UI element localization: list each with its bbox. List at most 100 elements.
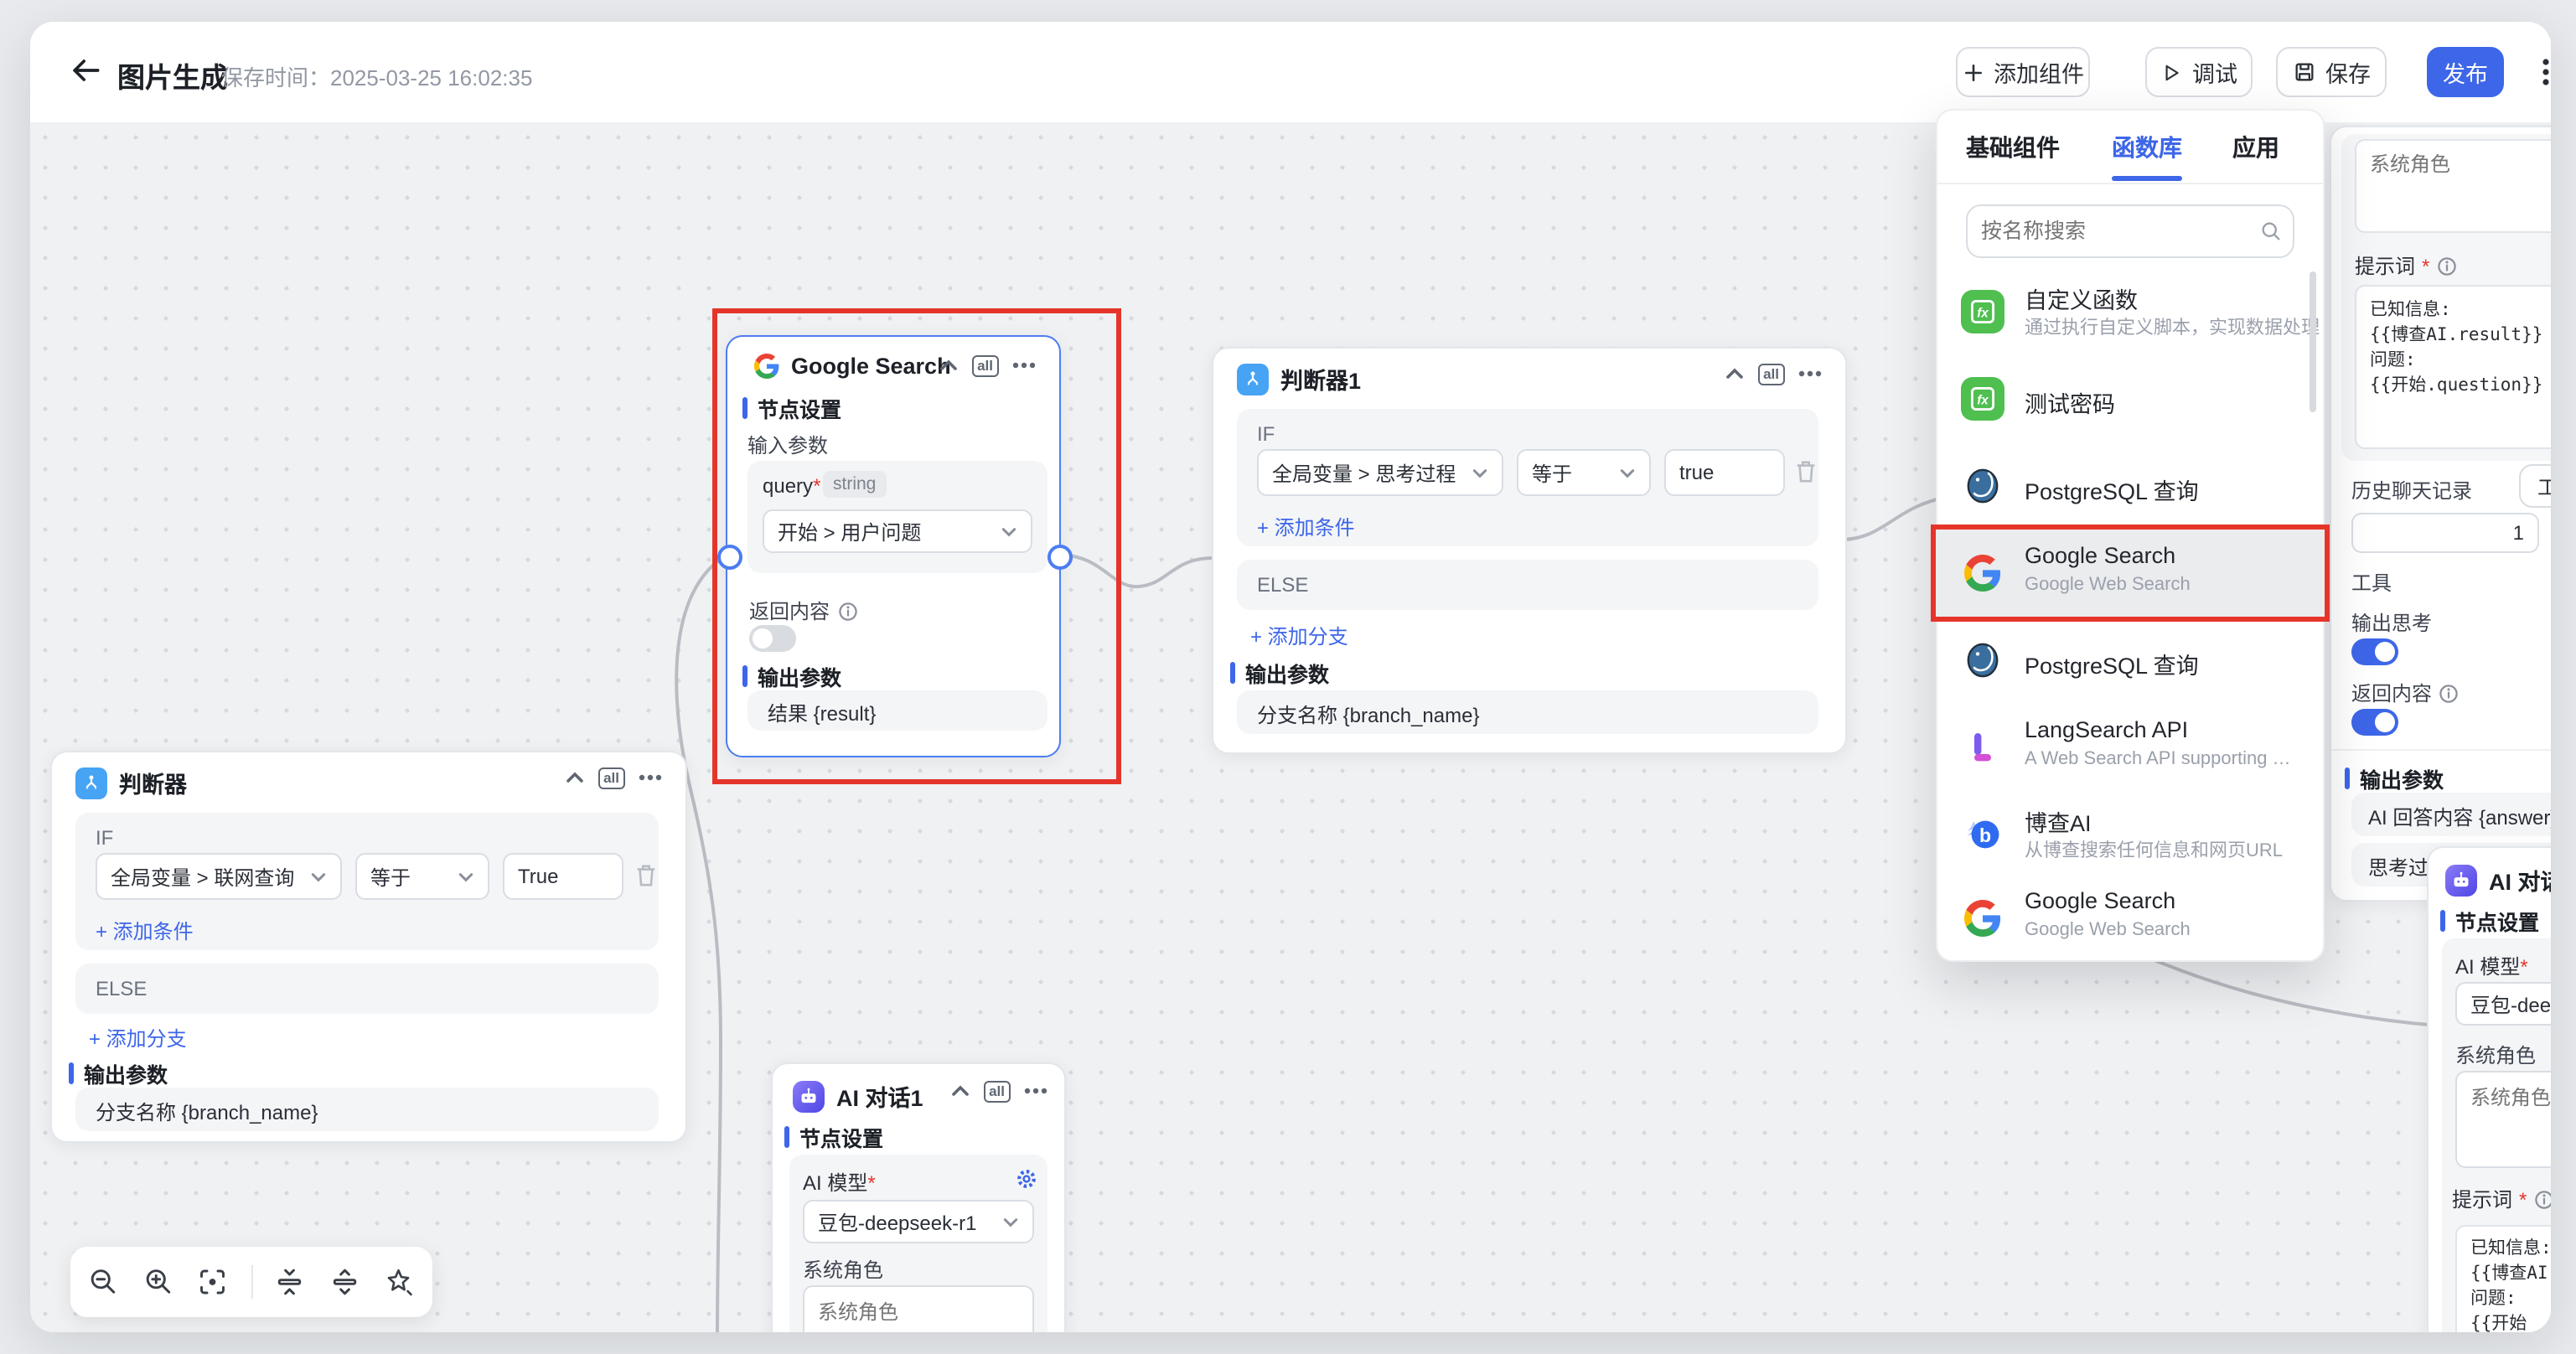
else-branch-group xyxy=(1237,560,1818,610)
condition-left-select[interactable]: 全局变量 > 思考过程 xyxy=(1257,449,1503,496)
port-google-right[interactable] xyxy=(1047,545,1073,570)
system-role-label: 系统角色 xyxy=(803,1255,883,1284)
trash-icon[interactable] xyxy=(635,863,657,888)
prompt-label: 提示词* xyxy=(2355,251,2456,280)
zoom-out-button[interactable] xyxy=(87,1264,120,1300)
system-role-textarea[interactable] xyxy=(803,1285,1034,1332)
answer-value: AI 回答内容 {answer} xyxy=(2368,803,2551,831)
back-button[interactable] xyxy=(67,52,104,89)
add-condition-link[interactable]: + 添加条件 xyxy=(96,917,194,945)
list-item-postgresql[interactable]: PostgreSQL 查询 xyxy=(1937,442,2323,530)
add-condition-link[interactable]: + 添加条件 xyxy=(1257,513,1355,541)
page-title: 图片生成 xyxy=(117,55,228,96)
chevron-down-icon xyxy=(458,871,474,882)
search-input[interactable] xyxy=(1966,204,2294,258)
expand-vertical-button[interactable] xyxy=(328,1264,361,1300)
fx-icon: fx xyxy=(1961,377,2004,421)
ellipsis-icon[interactable] xyxy=(1012,363,1036,370)
magic-star-button[interactable] xyxy=(383,1264,416,1300)
tab-basic-components[interactable]: 基础组件 xyxy=(1966,131,2060,164)
query-value-select[interactable]: 开始 > 用户问题 xyxy=(763,509,1032,553)
tab-function-library[interactable]: 函数库 xyxy=(2112,131,2182,164)
port-google-left[interactable] xyxy=(717,545,742,570)
history-label: 历史聊天记录 xyxy=(2351,476,2472,504)
collapse-icon[interactable] xyxy=(564,770,584,787)
system-role-textarea[interactable] xyxy=(2455,1071,2551,1168)
ai-chat-icon xyxy=(793,1080,825,1112)
tool-button[interactable]: 工 xyxy=(2519,464,2551,508)
node-google-search-header: Google Search xyxy=(754,354,951,379)
more-menu-button[interactable] xyxy=(2532,57,2551,87)
node-judge-header: 判断器 xyxy=(75,766,187,799)
canvas-toolbar xyxy=(70,1247,432,1317)
add-branch-link[interactable]: + 添加分支 xyxy=(89,1024,187,1052)
add-branch-link[interactable]: + 添加分支 xyxy=(1250,622,1348,650)
section-output-params: 输出参数 xyxy=(2345,762,2444,794)
list-item-test-password[interactable]: fx 测试密码 xyxy=(1937,355,2323,442)
chevron-down-icon xyxy=(310,871,327,882)
kebab-icon xyxy=(2532,57,2551,87)
judge-icon xyxy=(1237,363,1269,395)
ai-model-select[interactable]: 豆包-deep xyxy=(2455,982,2551,1026)
node-judge1-header: 判断器1 xyxy=(1237,362,1361,395)
node-google-search[interactable]: Google Search all 节点设置 输入参数 query* strin… xyxy=(726,335,1061,757)
ai-model-select[interactable]: 豆包-deepseek-r1 xyxy=(803,1200,1034,1243)
ellipsis-icon[interactable] xyxy=(1798,371,1822,378)
all-badge-icon[interactable]: all xyxy=(971,355,999,376)
list-item-langsearch[interactable]: LangSearch API A Web Search API supporti… xyxy=(1937,704,2323,791)
prompt-box[interactable]: 已知信息: {{博查AI.result}} 问题: {{开始.question}… xyxy=(2355,285,2551,449)
add-component-button[interactable]: 添加组件 xyxy=(1956,47,2090,97)
output-thinking-toggle[interactable] xyxy=(2351,638,2398,665)
list-item-custom-function[interactable]: fx 自定义函数 通过执行自定义脚本，实现数据处理 xyxy=(1937,268,2323,355)
return-content-toggle[interactable] xyxy=(2351,709,2398,736)
list-item-postgresql-2[interactable]: PostgreSQL 查询 xyxy=(1937,617,2323,704)
list-item-bocha-ai[interactable]: b 博查AI 从博查搜索任何信息和网页URL xyxy=(1937,791,2323,878)
condition-value-input[interactable] xyxy=(1664,449,1785,496)
google-logo-icon xyxy=(1961,551,2004,595)
svg-text:b: b xyxy=(1979,824,1991,846)
operator-select[interactable]: 等于 xyxy=(1517,449,1651,496)
all-badge-icon[interactable]: all xyxy=(983,1081,1011,1102)
tab-apps[interactable]: 应用 xyxy=(2232,131,2279,164)
node-judge[interactable]: 判断器 all IF 全局变量 > 联网查询 等于 + 添加条件 ELSE + xyxy=(50,751,687,1143)
collapse-vertical-button[interactable] xyxy=(274,1264,307,1300)
prompt-box[interactable]: 已知信息: {{博查AI 问题: {{开始 xyxy=(2455,1225,2551,1332)
trash-icon[interactable] xyxy=(1795,459,1817,484)
gear-icon[interactable] xyxy=(1016,1168,1037,1190)
collapse-icon[interactable] xyxy=(1724,366,1744,383)
play-icon xyxy=(2160,61,2182,83)
condition-left-select[interactable]: 全局变量 > 联网查询 xyxy=(96,853,342,900)
all-badge-icon[interactable]: all xyxy=(597,767,625,788)
debug-button[interactable]: 调试 xyxy=(2145,47,2253,97)
prompt-line: 已知信息: xyxy=(2470,1237,2551,1262)
section-node-settings: 节点设置 xyxy=(742,392,841,424)
svg-text:fx: fx xyxy=(1977,393,1989,407)
active-tab-underline xyxy=(2112,176,2182,181)
fit-view-button[interactable] xyxy=(196,1264,229,1300)
collapse-icon[interactable] xyxy=(938,358,958,375)
node-ai-chat2[interactable]: AI 对话2 节点设置 AI 模型* 豆包-deep 系统角色 提示词* 已知信… xyxy=(2427,846,2551,1332)
save-time: 保存时间：2025-03-25 16:02:35 xyxy=(221,60,532,92)
condition-value-input[interactable] xyxy=(503,853,623,900)
scrollbar-thumb[interactable] xyxy=(2310,271,2316,412)
list-item-google-search-selected[interactable]: Google Search Google Web Search xyxy=(1937,530,2323,617)
ellipsis-icon[interactable] xyxy=(1024,1088,1047,1095)
operator-select[interactable]: 等于 xyxy=(355,853,489,900)
ellipsis-icon[interactable] xyxy=(639,775,662,782)
node-side-ai[interactable]: 提示词* 已知信息: {{博查AI.result}} 问题: {{开始.ques… xyxy=(2330,126,2551,902)
all-badge-icon[interactable]: all xyxy=(1757,364,1785,385)
history-count-input[interactable] xyxy=(2351,513,2539,553)
return-content-label: 返回内容 xyxy=(749,597,858,625)
zoom-in-button[interactable] xyxy=(142,1264,174,1300)
node-judge1[interactable]: 判断器1 all IF 全局变量 > 思考过程 等于 + 添加条件 ELSE xyxy=(1212,347,1847,754)
list-item-google-search-2[interactable]: Google Search Google Web Search xyxy=(1937,878,2323,960)
return-content-toggle[interactable] xyxy=(749,625,796,652)
system-role-textarea[interactable] xyxy=(2355,139,2551,233)
info-icon xyxy=(838,601,858,621)
node-ai-chat1[interactable]: AI 对话1 all 节点设置 AI 模型* 豆包-deepseek-r1 系统… xyxy=(771,1062,1066,1332)
collapse-icon[interactable] xyxy=(949,1083,970,1100)
query-label: query* xyxy=(763,474,820,498)
save-button[interactable]: 保存 xyxy=(2276,47,2387,97)
tools-label: 工具 xyxy=(2351,568,2392,597)
publish-button[interactable]: 发布 xyxy=(2427,47,2504,97)
